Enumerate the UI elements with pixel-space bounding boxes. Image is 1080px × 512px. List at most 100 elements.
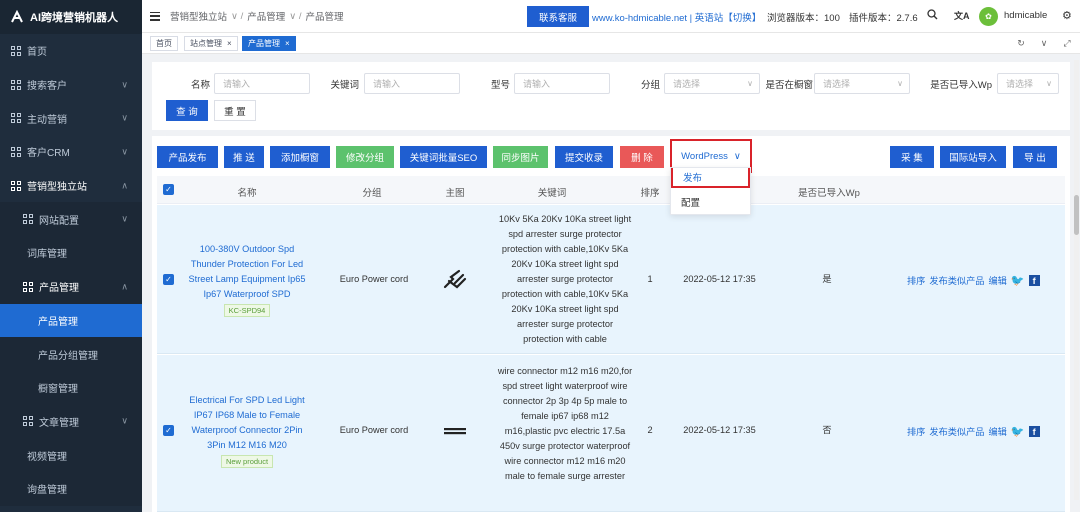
window-select[interactable]: 请选择 ∨ [814, 73, 910, 94]
keyword-seo-button[interactable]: 关键词批量SEO [400, 146, 487, 168]
model-input[interactable]: 请输入 [514, 73, 610, 94]
search-icon[interactable] [927, 9, 938, 23]
logo-icon [11, 10, 23, 23]
add-window-button[interactable]: 添加橱窗 [270, 146, 330, 168]
publish-product-button[interactable]: 产品发布 [157, 146, 218, 168]
group-label: 分组 [640, 80, 660, 91]
fullscreen-icon[interactable]: ⤢ [1058, 36, 1076, 51]
wp-status-cell: 是 [822, 274, 832, 284]
import-intl-button[interactable]: 国际站导入 [940, 146, 1006, 168]
app-title: AI跨境营销机器人 [30, 12, 118, 24]
wp-select[interactable]: 请选择 ∨ [997, 73, 1059, 94]
sidebar-item-crm[interactable]: 客户CRM ∨ [0, 135, 142, 169]
grid-icon [23, 416, 33, 427]
contact-service-button[interactable]: 联系客服 [527, 6, 589, 27]
main-panel: 产品发布 推 送 添加橱窗 修改分组 关键词批量SEO 同步图片 提交收录 删 … [152, 136, 1070, 512]
translate-icon[interactable]: 文A [954, 9, 970, 22]
avatar[interactable]: ✿ [979, 7, 998, 26]
sidebar-item-label: 视频管理 [27, 451, 67, 463]
gear-icon[interactable]: ⚙ [1062, 9, 1072, 22]
submit-index-button[interactable]: 提交收录 [555, 146, 613, 168]
facebook-icon[interactable]: f [1028, 274, 1040, 286]
edit-group-button[interactable]: 修改分组 [336, 146, 394, 168]
sync-images-button[interactable]: 同步图片 [493, 146, 548, 168]
wp-select-value: 请选择 [1006, 79, 1034, 89]
delete-button[interactable]: 删 除 [620, 146, 664, 168]
product-image[interactable] [441, 267, 469, 291]
tab-product-management[interactable]: 产品管理 × [242, 36, 296, 51]
wp-status-cell: 否 [822, 425, 832, 435]
publish-similar-link[interactable]: 发布类似产品 [929, 273, 984, 287]
chevron-down-icon: ∨ [121, 213, 128, 224]
keyword-label: 关键词 [330, 80, 359, 91]
tab-home[interactable]: 首页 [150, 36, 178, 51]
chevron-down-icon: ∨ [121, 79, 128, 90]
filter-panel: 名称 请输入 关键词 请输入 型号 请输入 分组 请选择 ∨ 是否在橱窗 请选择 ∨… [152, 62, 1070, 130]
sidebar-item-lexicon[interactable]: 词库管理 [0, 236, 142, 270]
sidebar-item-product-management[interactable]: 产品管理 [0, 303, 142, 338]
product-image[interactable] [441, 419, 469, 443]
collect-button[interactable]: 采 集 [890, 146, 934, 168]
sort-link[interactable]: 排序 [907, 424, 925, 438]
scrollbar-thumb[interactable] [1074, 195, 1079, 235]
sidebar-item-articles[interactable]: 文章管理 ∨ [0, 404, 142, 439]
sidebar-item-product-groups[interactable]: 产品分组管理 [0, 337, 142, 371]
edit-link[interactable]: 编辑 [989, 424, 1007, 438]
sidebar-item-home[interactable]: 首页 [0, 34, 142, 68]
sidebar-item-search-customers[interactable]: 搜索客户 ∨ [0, 68, 142, 102]
app-logo[interactable]: AI跨境营销机器人 [0, 0, 142, 34]
tab-site-management[interactable]: 站点管理 × [184, 36, 238, 51]
sort-link[interactable]: 排序 [907, 273, 925, 287]
sidebar-item-independent-site[interactable]: 营销型独立站 ∧ [0, 169, 142, 203]
sidebar-item-product-management-group[interactable]: 产品管理 ∧ [0, 269, 142, 304]
edit-link[interactable]: 编辑 [989, 273, 1007, 287]
sidebar-item-site-config[interactable]: 网站配置 ∨ [0, 202, 142, 237]
push-button[interactable]: 推 送 [224, 146, 264, 168]
row-checkbox[interactable]: ✓ [163, 425, 174, 436]
wp-menu-publish[interactable]: 发布 [671, 168, 750, 188]
product-name-cell[interactable]: Electrical For SPD Led Light IP67 IP68 M… [185, 393, 309, 469]
close-icon[interactable]: × [227, 39, 232, 48]
row-actions: 排序 发布类似产品 编辑 🐦 f [907, 273, 1040, 287]
group-select-value: 请选择 [673, 79, 701, 89]
name-input[interactable]: 请输入 [214, 73, 310, 94]
wordpress-menu: 发布 配置 [670, 167, 751, 215]
sidebar-item-inquiries[interactable]: 询盘管理 [0, 471, 142, 506]
table-row[interactable]: ✓ Electrical For SPD Led Light IP67 IP68… [157, 355, 1065, 512]
chevron-up-icon: ∧ [121, 180, 128, 191]
order-cell: 1 [647, 274, 653, 284]
sidebar-item-label: 产品管理 [39, 283, 79, 295]
twitter-icon[interactable]: 🐦 [1011, 425, 1025, 438]
reset-button[interactable]: 重 置 [214, 100, 256, 121]
username[interactable]: hdmicable [1004, 10, 1047, 21]
row-checkbox[interactable]: ✓ [163, 274, 174, 285]
close-icon[interactable]: × [285, 39, 290, 48]
sidebar-item-active-marketing[interactable]: 主动营销 ∨ [0, 101, 142, 135]
product-name[interactable]: 100-380V Outdoor Spd Thunder Protection … [185, 242, 309, 302]
facebook-icon[interactable]: f [1028, 425, 1040, 437]
keyword-input[interactable]: 请输入 [364, 73, 460, 94]
product-name-cell[interactable]: 100-380V Outdoor Spd Thunder Protection … [185, 242, 309, 318]
export-button[interactable]: 导 出 [1013, 146, 1057, 168]
select-all-checkbox[interactable]: ✓ [163, 184, 174, 195]
menu-toggle-icon[interactable] [150, 11, 160, 21]
chevron-down-icon[interactable]: ∨ [1035, 36, 1053, 51]
publish-similar-link[interactable]: 发布类似产品 [929, 424, 984, 438]
wp-menu-config[interactable]: 配置 [671, 192, 750, 212]
product-tag: KC-SPD94 [223, 304, 271, 317]
grid-icon [23, 214, 33, 225]
site-switch-link[interactable]: www.ko-hdmicable.net | 英语站【切换】 [592, 10, 761, 24]
chevron-down-icon: ∨ / [289, 10, 302, 22]
twitter-icon[interactable]: 🐦 [1011, 274, 1025, 287]
search-button[interactable]: 查 询 [166, 100, 208, 121]
breadcrumb-item[interactable]: 营销型独立站 [170, 9, 227, 23]
breadcrumb-item[interactable]: 产品管理 [247, 9, 285, 23]
sidebar-item-showcase[interactable]: 橱窗管理 [0, 370, 142, 405]
group-select[interactable]: 请选择 ∨ [664, 73, 760, 94]
refresh-icon[interactable]: ↻ [1012, 36, 1030, 51]
sidebar-item-videos[interactable]: 视频管理 [0, 438, 142, 472]
scrollbar-track[interactable] [1074, 60, 1079, 500]
product-name[interactable]: Electrical For SPD Led Light IP67 IP68 M… [185, 393, 309, 453]
table-row[interactable]: ✓ 100-380V Outdoor Spd Thunder Protectio… [157, 205, 1065, 354]
tab-label: 产品管理 [248, 39, 280, 48]
